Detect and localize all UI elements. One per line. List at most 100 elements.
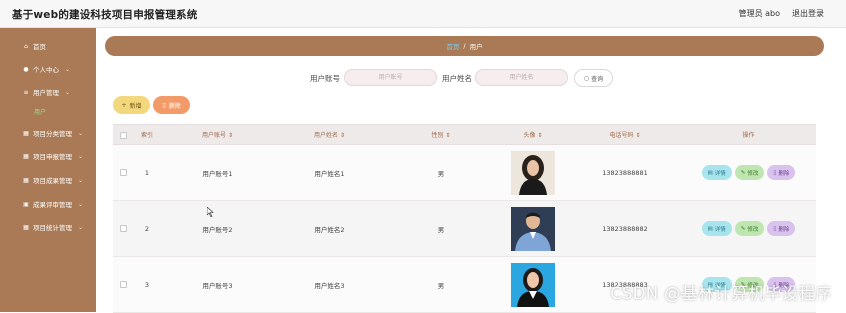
sidebar-item-label: 成果评审管理 xyxy=(33,199,72,209)
sort-icon: ⇕ xyxy=(635,132,640,139)
breadcrumb-home[interactable]: 首页 xyxy=(446,41,459,51)
row-checkbox-cell[interactable] xyxy=(113,201,133,256)
row-checkbox[interactable] xyxy=(120,225,127,232)
header-name[interactable]: 用户姓名 ⇕ xyxy=(274,125,385,146)
select-all-cell[interactable] xyxy=(113,125,133,146)
app-title: 基于web的建设科技项目申报管理系统 xyxy=(12,7,197,22)
header-index: 索引 xyxy=(133,125,161,146)
breadcrumb: 首页 / 用户 xyxy=(105,36,824,56)
row-name: 用户姓名2 xyxy=(274,201,385,256)
mouse-cursor-icon xyxy=(207,207,215,217)
header-avatar[interactable]: 头像 ⇕ xyxy=(497,125,569,146)
header-account-label: 用户账号 xyxy=(202,132,226,139)
row-gender: 男 xyxy=(385,201,497,256)
breadcrumb-separator: / xyxy=(463,42,465,50)
list-icon: ≡ xyxy=(22,89,30,96)
sidebar-item-label: 项目申报管理 xyxy=(33,151,72,161)
row-gender: 男 xyxy=(385,145,497,200)
add-button-label: 新增 xyxy=(130,101,142,110)
account-search-input[interactable]: 用户账号 xyxy=(344,69,437,86)
delete-row-button[interactable]: ▯删除 xyxy=(767,221,795,236)
row-checkbox[interactable] xyxy=(120,169,127,176)
detail-label: 详情 xyxy=(715,225,726,233)
detail-icon: ▤ xyxy=(708,226,713,232)
search-button-label: 查询 xyxy=(591,74,603,83)
grid-icon: ▦ xyxy=(22,224,30,231)
sidebar-subitem-user[interactable]: 用户 xyxy=(34,107,46,116)
edit-button[interactable]: ✎修改 xyxy=(735,221,765,236)
top-bar: 基于web的建设科技项目申报管理系统 管理员 abo 退出登录 xyxy=(0,0,846,28)
row-phone: 13823888881 xyxy=(569,145,681,200)
row-index: 3 xyxy=(133,257,161,312)
detail-button[interactable]: ▤详情 xyxy=(702,165,732,180)
sidebar-item-project-stats[interactable]: ▦ 项目统计管理 ⌄ xyxy=(0,219,96,235)
sidebar-item-label: 项目成果管理 xyxy=(33,175,72,185)
grid-icon: ▦ xyxy=(22,130,30,137)
trash-icon: ▯ xyxy=(773,226,776,232)
row-name: 用户姓名3 xyxy=(274,257,385,312)
sidebar-item-project-application[interactable]: ▦ 项目申报管理 ⌄ xyxy=(0,148,96,164)
header-gender[interactable]: 性别 ⇕ xyxy=(385,125,497,146)
header-phone-label: 电话号码 xyxy=(610,132,634,139)
grid-icon: ▦ xyxy=(22,153,30,160)
name-label: 用户姓名 xyxy=(442,73,472,84)
sidebar-item-users[interactable]: ≡ 用户管理 ⌄ xyxy=(0,84,96,100)
avatar xyxy=(511,207,555,251)
delete-label: 删除 xyxy=(778,225,789,233)
table-row: 1 用户账号1 用户姓名1 男 13823888881 ▤详情 ✎修改 ▯删除 xyxy=(113,145,816,201)
row-name: 用户姓名1 xyxy=(274,145,385,200)
sidebar: ⌂ 首页 ● 个人中心 ⌄ ≡ 用户管理 ⌄ 用户 ▦ 项目分类管理 ⌄ ▦ 项… xyxy=(0,28,96,312)
sidebar-item-project-category[interactable]: ▦ 项目分类管理 ⌄ xyxy=(0,125,96,141)
search-icon: ○ xyxy=(584,75,589,82)
top-right-menu: 管理员 abo 退出登录 xyxy=(739,8,824,19)
row-checkbox[interactable] xyxy=(120,281,127,288)
search-button[interactable]: ○ 查询 xyxy=(574,69,613,87)
trash-icon: ▯ xyxy=(773,170,776,176)
select-all-checkbox[interactable] xyxy=(120,132,127,139)
edit-button[interactable]: ✎修改 xyxy=(735,165,765,180)
row-phone: 13823888882 xyxy=(569,201,681,256)
chevron-down-icon: ⌄ xyxy=(65,89,70,96)
row-actions: ▤详情 ✎修改 ▯删除 xyxy=(681,201,816,256)
chevron-down-icon: ⌄ xyxy=(78,153,83,160)
sidebar-item-label: 用户管理 xyxy=(33,87,59,97)
detail-button[interactable]: ▤详情 xyxy=(702,221,732,236)
row-avatar-cell xyxy=(497,145,569,200)
delete-label: 删除 xyxy=(778,169,789,177)
logout-link[interactable]: 退出登录 xyxy=(792,8,824,19)
sidebar-item-project-results[interactable]: ▦ 项目成果管理 ⌄ xyxy=(0,172,96,188)
sidebar-item-personal[interactable]: ● 个人中心 ⌄ xyxy=(0,61,96,77)
name-search-input[interactable]: 用户姓名 xyxy=(475,69,568,86)
header-name-label: 用户姓名 xyxy=(314,132,338,139)
chevron-down-icon: ⌄ xyxy=(78,224,83,231)
breadcrumb-current: 用户 xyxy=(470,41,483,51)
edit-icon: ✎ xyxy=(741,226,746,232)
delete-row-button[interactable]: ▯删除 xyxy=(767,165,795,180)
header-gender-label: 性别 xyxy=(432,132,444,139)
add-button[interactable]: + 新增 xyxy=(113,96,150,114)
header-phone[interactable]: 电话号码 ⇕ xyxy=(569,125,681,146)
bulk-delete-button[interactable]: ▯ 删除 xyxy=(153,96,190,114)
sidebar-item-label: 首页 xyxy=(33,41,46,51)
row-checkbox-cell[interactable] xyxy=(113,145,133,200)
search-bar: 用户账号 用户账号 用户姓名 用户姓名 ○ 查询 xyxy=(96,69,846,87)
person-icon: ● xyxy=(22,66,30,73)
detail-icon: ▤ xyxy=(708,170,713,176)
row-account: 用户账号1 xyxy=(161,145,274,200)
sort-icon: ⇕ xyxy=(537,132,542,139)
avatar xyxy=(511,263,555,307)
chevron-down-icon: ⌄ xyxy=(78,177,83,184)
chevron-down-icon: ⌄ xyxy=(78,201,83,208)
sidebar-item-label: 项目分类管理 xyxy=(33,128,72,138)
sidebar-item-home[interactable]: ⌂ 首页 xyxy=(0,38,96,54)
header-account[interactable]: 用户账号 ⇕ xyxy=(161,125,274,146)
sort-icon: ⇕ xyxy=(228,132,233,139)
row-index: 2 xyxy=(133,201,161,256)
sidebar-item-label: 个人中心 xyxy=(33,64,59,74)
row-checkbox-cell[interactable] xyxy=(113,257,133,312)
account-label: 用户账号 xyxy=(310,73,340,84)
row-actions: ▤详情 ✎修改 ▯删除 xyxy=(681,145,816,200)
row-index: 1 xyxy=(133,145,161,200)
current-user[interactable]: 管理员 abo xyxy=(739,8,780,19)
sidebar-item-result-review[interactable]: ▣ 成果评审管理 ⌄ xyxy=(0,196,96,212)
